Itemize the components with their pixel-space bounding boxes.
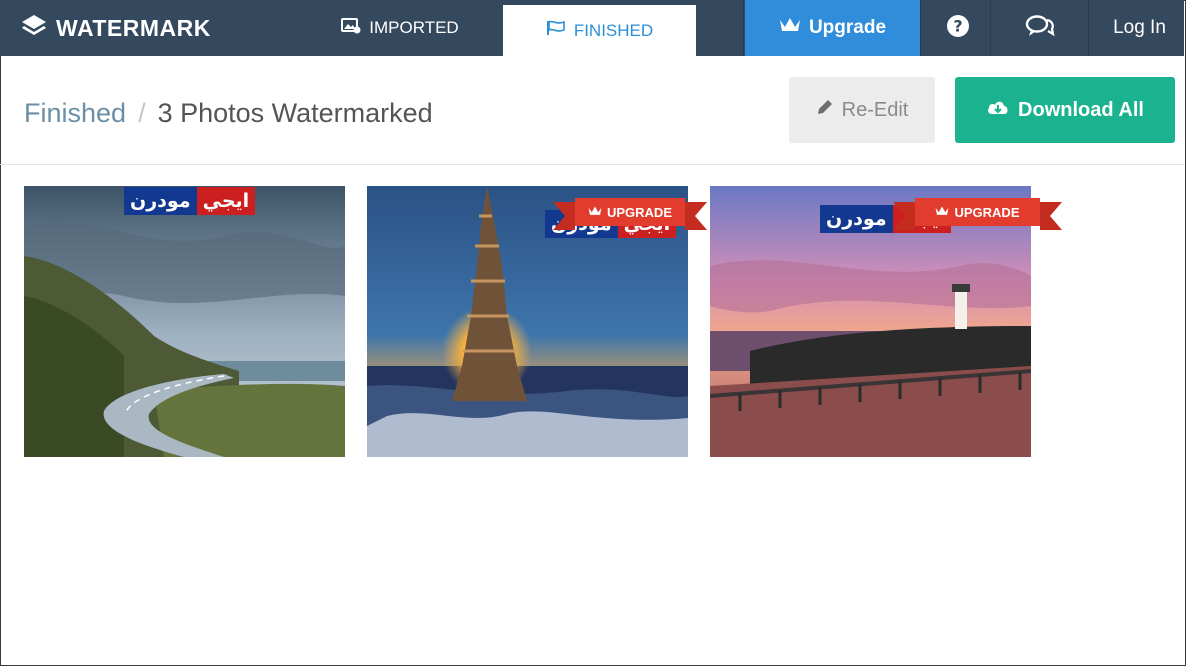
watermark-text-blue: مودرن	[124, 187, 197, 215]
brand-logo[interactable]: WATERMARK	[20, 0, 270, 56]
tab-imported-label: IMPORTED	[369, 18, 459, 37]
chat-button[interactable]	[1000, 0, 1080, 56]
login-label: Log In	[1113, 17, 1166, 38]
photo-road-image	[24, 186, 345, 457]
brand-name: WATERMARK	[56, 14, 211, 41]
breadcrumb-separator: /	[138, 98, 146, 128]
watermark-text-red: ايجي	[196, 187, 256, 215]
upgrade-button[interactable]: Upgrade	[745, 0, 920, 56]
nav-divider	[1088, 0, 1089, 56]
nav-divider	[743, 0, 744, 56]
question-icon: ?	[946, 14, 970, 43]
flag-icon	[546, 20, 566, 41]
photo-card[interactable]: ايجيمودرن UPGRADE	[367, 186, 707, 457]
upgrade-ribbon[interactable]: UPGRADE	[553, 198, 707, 230]
tab-finished[interactable]: FINISHED	[503, 5, 696, 56]
breadcrumb: Finished / 3 Photos Watermarked	[24, 98, 433, 129]
tab-imported[interactable]: IMPORTED	[305, 0, 495, 56]
upgrade-ribbon-label: UPGRADE	[954, 204, 1020, 220]
layers-icon	[20, 13, 48, 43]
watermark-text-blue: مودرن	[820, 205, 893, 233]
crown-icon	[935, 205, 949, 220]
nav-divider	[990, 0, 991, 56]
reedit-label: Re-Edit	[841, 98, 909, 121]
login-link[interactable]: Log In	[1095, 0, 1184, 56]
breadcrumb-finished[interactable]: Finished	[24, 98, 126, 128]
images-icon	[341, 17, 361, 39]
pencil-icon	[816, 98, 834, 122]
download-all-label: Download All	[1018, 98, 1144, 121]
breadcrumb-current: 3 Photos Watermarked	[157, 98, 433, 128]
help-button[interactable]: ?	[932, 0, 984, 56]
page-header: Finished / 3 Photos Watermarked Re-Edit Do…	[0, 56, 1184, 165]
photo-card[interactable]: ايجي مودرن	[24, 186, 345, 457]
photo-card[interactable]: ايجيمودرن UPGRADE	[710, 186, 1062, 457]
svg-text:?: ?	[953, 16, 962, 35]
reedit-button[interactable]: Re-Edit	[789, 77, 935, 143]
download-all-button[interactable]: Download All	[955, 77, 1175, 143]
nav-divider	[920, 0, 921, 56]
crown-icon	[779, 16, 801, 40]
upgrade-label: Upgrade	[808, 17, 887, 38]
crown-icon	[588, 205, 602, 220]
upgrade-ribbon[interactable]: UPGRADE	[893, 198, 1062, 230]
tab-finished-label: FINISHED	[573, 20, 654, 40]
cloud-download-icon	[986, 98, 1010, 122]
top-nav: WATERMARK IMPORTED FINISHED Upgrade ? Lo…	[0, 0, 1184, 56]
chat-icon	[1025, 14, 1055, 43]
watermark-badge: ايجيمودرن	[124, 187, 256, 215]
upgrade-ribbon-label: UPGRADE	[606, 204, 672, 220]
